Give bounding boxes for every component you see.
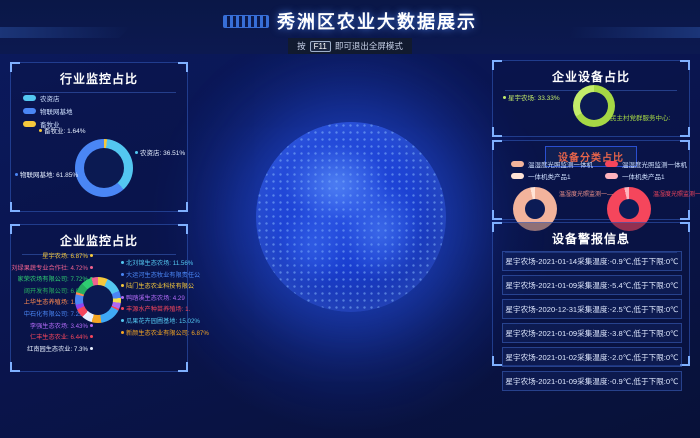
legend-item[interactable]: 一体机类产品1 [511,171,593,181]
device-class-callout: 温湿度光照监测一— [653,189,700,198]
chart-callout-label: 星宇农场: 33.33% [503,92,560,102]
device-class-panel: 设备分类占比 温湿度光照监测一体机一体机类产品1 温湿度光照监测一— 温湿度光照… [492,140,690,220]
enterprise-donut-chart[interactable] [75,277,121,323]
chart-callout-label: 民主村党群服务中心: [605,112,670,122]
chart-callout-label: 大运河生态牧业有限责任公 [121,270,200,279]
callout-dot-icon [605,116,608,119]
device-class-chart-left: 温湿度光照监测一体机一体机类产品1 温湿度光照监测一— [501,157,600,219]
legend-swatch [511,161,524,167]
legend-item[interactable]: 温湿度光照监测一体机 [605,159,687,169]
chart-callout-label: 仁丰生态农业: 6.44% [30,332,93,341]
industry-legend: 农资店物联网基地畜牧业 [23,93,73,129]
callout-dot-icon [135,151,138,154]
logo-badge-icon [223,15,269,28]
callout-dot-icon [121,319,124,322]
callout-dot-icon [90,266,93,269]
callout-dot-icon [90,254,93,257]
alarm-row[interactable]: 星宇农场-2021-01-09采集温度:-0.9℃,低于下限:0℃ [502,371,682,391]
chart-callout-label: 红南园生态农业: 7.3% [27,344,93,353]
device-ratio-panel: 企业设备占比 星宇农场: 33.33%民主村党群服务中心: [492,60,690,137]
page-title: 秀洲区农业大数据展示 [277,8,477,34]
callout-dot-icon [121,307,124,310]
legend-swatch [605,173,618,179]
panel-title: 设备警报信息 [505,223,677,253]
panel-title: 行业监控占比 [22,63,177,93]
legend-swatch [23,108,36,114]
alarm-row[interactable]: 星宇农场-2021-01-14采集温度:-0.9℃,低于下限:0℃ [502,251,682,271]
enterprise-monitor-panel: 企业监控占比 星宇农场: 6.87%刘绿果蔬专业合作社: 4.72%家荣农场有限… [10,224,188,372]
alarm-row[interactable]: 星宇农场-2021-01-09采集温度:-3.8℃,低于下限:0℃ [502,323,682,343]
device-class-chart-right: 温湿度光照监测一体机一体机类产品1 温湿度光照监测一— [595,157,694,219]
industry-monitor-panel: 行业监控占比 农资店物联网基地畜牧业 畜牧业: 1.64%农资店: 36.51%… [10,62,188,212]
callout-dot-icon [39,129,42,132]
globe-visualization [256,122,446,312]
device-class-legend: 温湿度光照监测一体机一体机类产品1 [511,159,593,181]
chart-callout-label: 陆门生态农业科技有限公 [121,281,194,290]
chart-callout-label: 农资店: 36.51% [135,147,185,157]
callout-dot-icon [90,335,93,338]
dashboard: 秀洲区农业大数据展示 按 F11 即可退出全屏模式 行业监控占比 农资店物联网基… [0,0,700,438]
legend-swatch [605,161,618,167]
callout-dot-icon [503,96,506,99]
alarm-row[interactable]: 星宇农场-2021-01-02采集温度:-2.0℃,低于下限:0℃ [502,347,682,367]
device-class-legend: 温湿度光照监测一体机一体机类产品1 [605,159,687,181]
chart-callout-label: 丰源水产种苗养殖场: 1. [121,304,190,313]
alarm-row[interactable]: 星宇农场-2021-01-09采集温度:-5.4℃,低于下限:0℃ [502,275,682,295]
hint-suffix: 即可退出全屏模式 [335,40,403,52]
chart-callout-label: 新颜生态农业有限公司: 6.87% [121,328,209,337]
enterprise-labels-right: 北刘锦生态农场: 11.56% 大运河生态牧业有限责任公陆门生态农业科技有限公鸭踏… [121,258,216,337]
f11-key: F11 [310,41,331,52]
chart-callout-label: 畜牧业: 1.64% [39,125,86,135]
chart-callout-label: 物联网基地: 61.85% [15,169,78,179]
callout-dot-icon [121,261,124,264]
callout-dot-icon [121,331,124,334]
chart-callout-label: 瓜果花卉园圃基地: 15.02% [121,316,200,325]
globe-continents [256,122,446,312]
alarm-list: 星宇农场-2021-01-14采集温度:-0.9℃,低于下限:0℃ 星宇农场-20… [502,251,682,391]
chart-callout-label: 刘绿果蔬专业合作社: 4.72% [11,263,93,272]
callout-dot-icon [90,347,93,350]
callout-dot-icon [90,324,93,327]
legend-swatch [511,173,524,179]
hint-prefix: 按 [297,40,306,52]
chart-callout-label: 李强生态农场: 3.43% [30,321,93,330]
chart-callout-label: 北刘锦生态农场: 11.56% [121,258,193,267]
chart-callout-label: 星宇农场: 6.87% [42,251,93,260]
legend-item[interactable]: 一体机类产品1 [605,171,687,181]
callout-dot-icon [15,173,18,176]
legend-swatch [23,95,36,101]
chart-callout-label: 鸭踏溪生态农场: 4.29 [121,293,185,302]
callout-dot-icon [121,296,124,299]
header: 秀洲区农业大数据展示 按 F11 即可退出全屏模式 [0,0,700,54]
legend-item[interactable]: 温湿度光照监测一体机 [511,159,593,169]
device-alarm-panel: 设备警报信息 星宇农场-2021-01-14采集温度:-0.9℃,低于下限:0℃… [492,222,690,366]
legend-item[interactable]: 农资店 [23,93,73,103]
callout-dot-icon [121,273,124,276]
callout-dot-icon [121,284,124,287]
alarm-row[interactable]: 星宇农场-2020-12-31采集温度:-2.5℃,低于下限:0℃ [502,299,682,319]
legend-swatch [23,121,36,127]
legend-item[interactable]: 物联网基地 [23,106,73,116]
chart-callout-label: 家荣农场有限公司: 7.72% [18,274,93,283]
fullscreen-hint: 按 F11 即可退出全屏模式 [0,38,700,54]
industry-donut-chart[interactable] [75,139,133,197]
